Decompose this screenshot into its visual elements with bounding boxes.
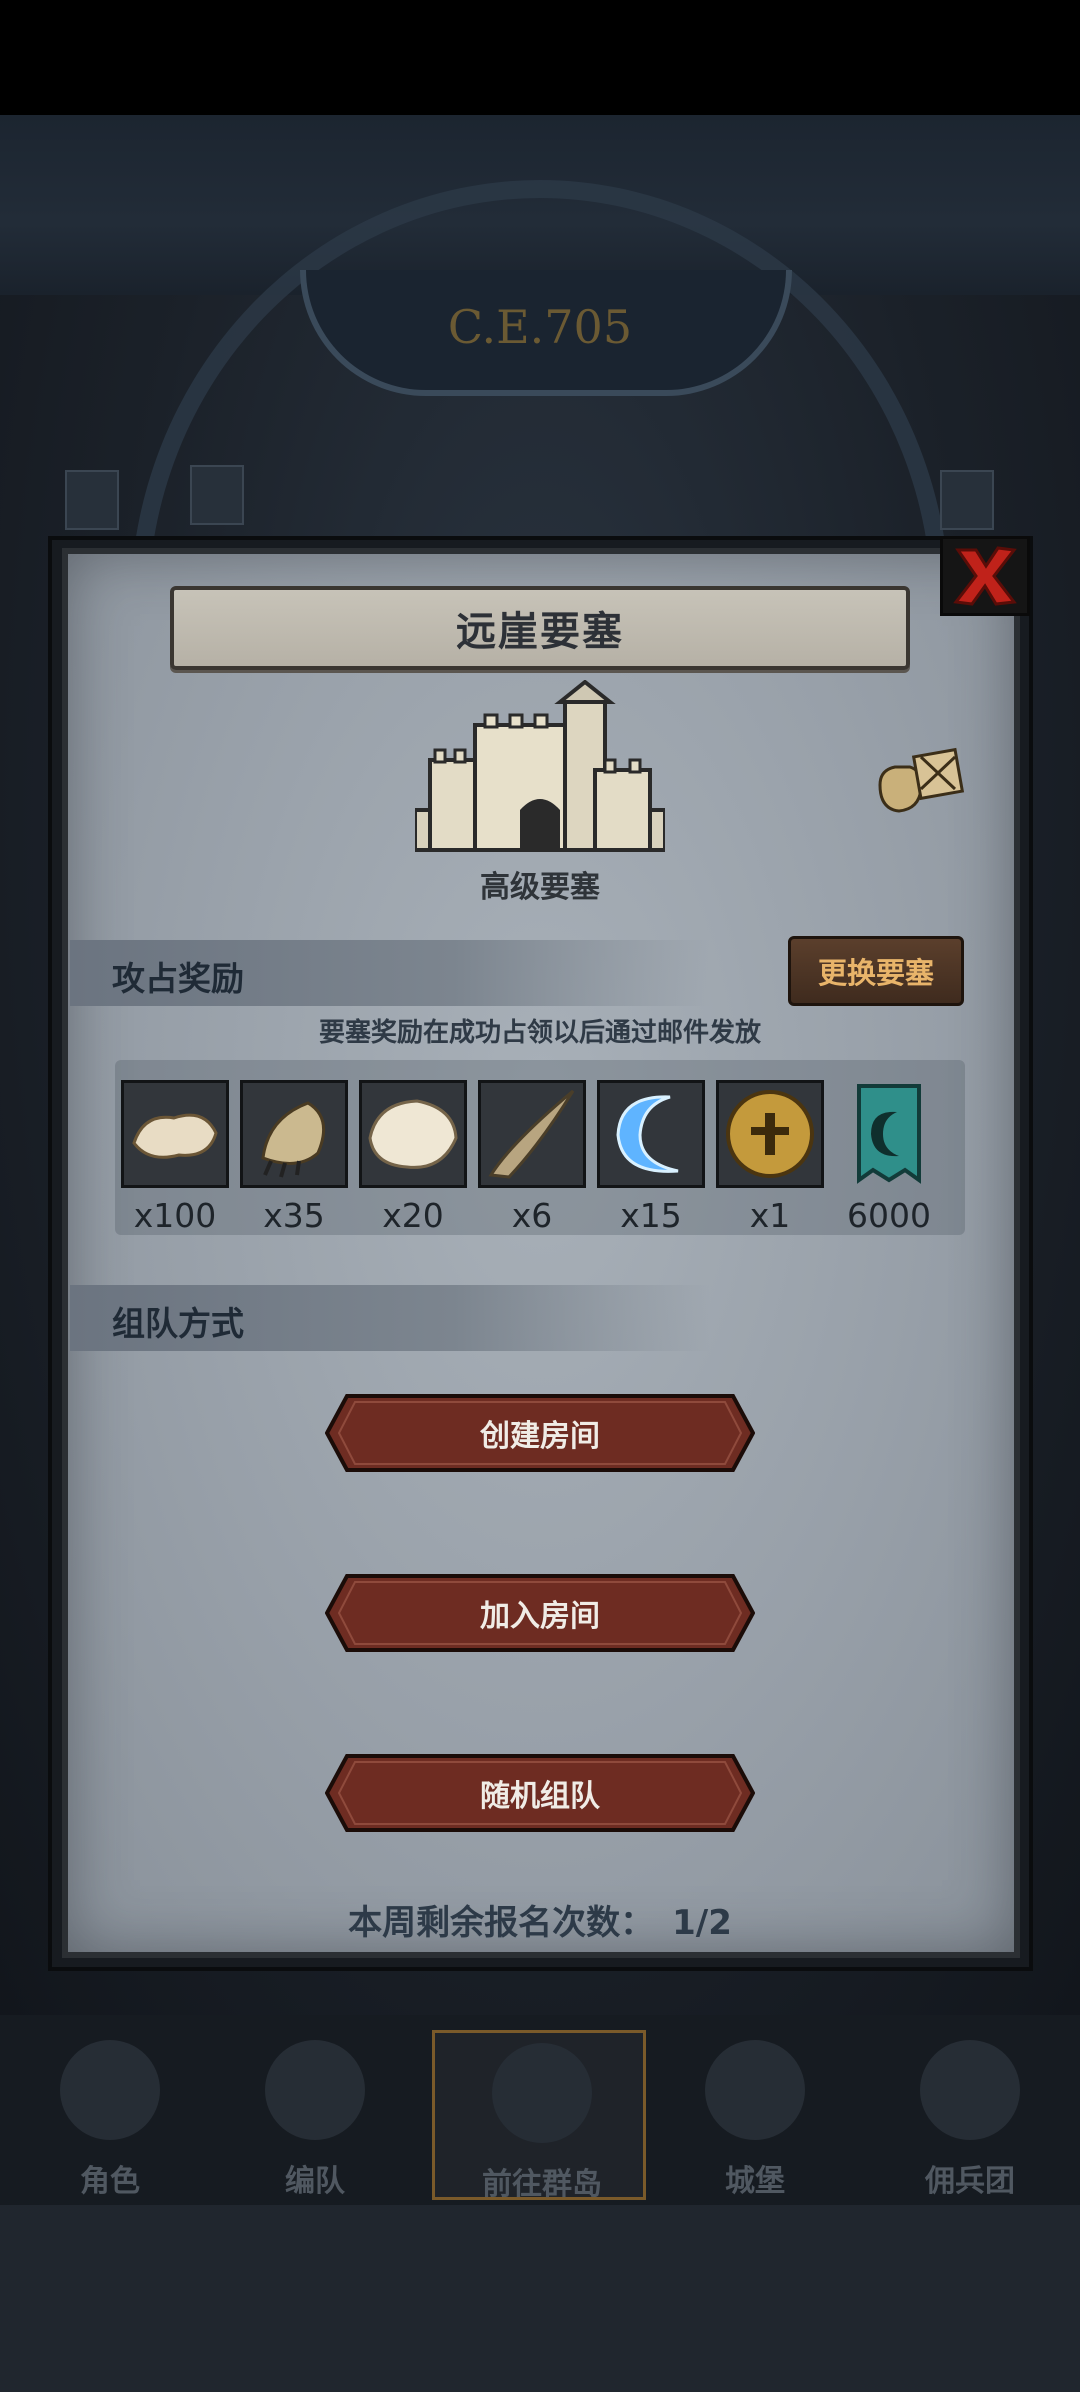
dialog-title-banner: 远崖要塞 [170,586,910,670]
reward-item[interactable]: x1 [716,1080,824,1235]
remaining-label: 本周剩余报名次数： [348,1903,655,1943]
status-bar [0,0,1080,115]
castle-icon [705,2040,805,2140]
fortress-icon [415,680,665,852]
random-team-button[interactable]: 随机组队 [324,1752,756,1834]
beast-claw-icon [261,1101,326,1178]
create-room-button[interactable]: 创建房间 [324,1392,756,1474]
nav-islands[interactable]: 前往群岛 [432,2030,646,2202]
nav-label: 编队 [285,2164,345,2199]
nav-role[interactable]: 角色 [10,2030,210,2200]
join-room-label: 加入房间 [480,1599,600,1634]
reward-item[interactable]: 6000 [835,1080,943,1235]
system-nav-area [0,2205,1080,2392]
golden-helmet-icon [726,1090,814,1178]
nav-label: 城堡 [725,2164,785,2199]
knight-icon [60,2040,160,2140]
reward-count: 6000 [847,1196,931,1235]
weekly-signup-remaining: 本周剩余报名次数： 1/2 [0,1895,1080,1944]
section-header-team: 组队方式 [70,1285,710,1351]
nav-label: 角色 [80,2164,140,2199]
create-room-label: 创建房间 [480,1419,600,1454]
gear-icon[interactable] [940,470,994,530]
helmet-group-icon [265,2040,365,2140]
nav-label: 佣兵团 [925,2164,1015,2199]
white-pelt-icon [368,1099,458,1169]
remaining-value: 1/2 [672,1903,732,1943]
supply-bag-icon[interactable] [875,745,965,815]
swap-fortress-button[interactable]: 更换要塞 [788,936,964,1006]
nav-formation[interactable]: 编队 [215,2030,415,2200]
era-label: C.E.705 [447,300,633,354]
random-team-label: 随机组队 [480,1779,600,1814]
fortress-level: 高级要塞 [480,870,600,905]
globe-compass-icon [492,2043,592,2143]
reward-item[interactable]: x6 [478,1080,586,1235]
reward-item[interactable]: x100 [121,1080,229,1235]
reward-item[interactable]: x20 [359,1080,467,1235]
nav-label: 前往群岛 [482,2167,602,2202]
dialog-title: 远崖要塞 [456,609,624,655]
section-header-conquest: 攻占奖励 [70,940,710,1006]
hourglass-icon[interactable] [65,470,119,530]
reward-item[interactable]: x15 [597,1080,705,1235]
nav-mercenary[interactable]: 佣兵团 [870,2030,1070,2200]
reward-note: 要塞奖励在成功占领以后通过邮件发放 [318,1018,761,1048]
banner-icon[interactable] [190,465,244,525]
join-room-button[interactable]: 加入房间 [324,1572,756,1654]
close-icon [953,546,1017,606]
fur-pelt-icon [132,1113,218,1159]
section-title: 攻占奖励 [112,959,244,998]
mercenary-icon [920,2040,1020,2140]
section-title: 组队方式 [112,1304,244,1343]
banner-emblem-icon [857,1084,921,1184]
blue-crescent-icon [616,1095,679,1173]
close-button[interactable] [940,536,1030,616]
nav-castle[interactable]: 城堡 [655,2030,855,2200]
reward-item[interactable]: x35 [240,1080,348,1235]
swap-fortress-label: 更换要塞 [817,956,934,990]
horn-icon [488,1089,575,1179]
